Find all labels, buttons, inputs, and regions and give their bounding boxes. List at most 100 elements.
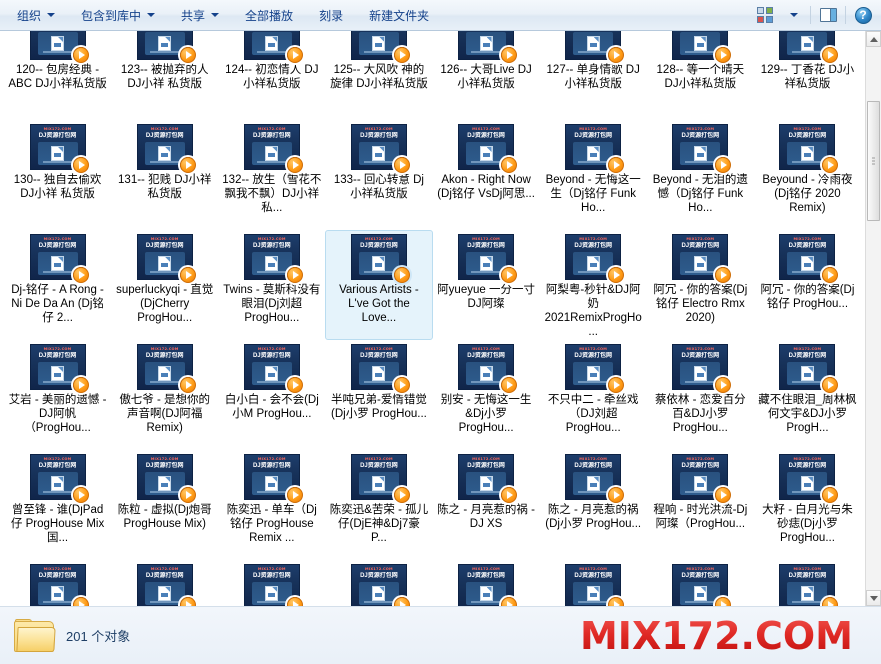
preview-pane-button[interactable] (815, 4, 841, 27)
document-icon (265, 146, 279, 161)
document-icon (158, 146, 172, 161)
thumbnail-progress-bar (471, 51, 502, 53)
chevron-down-icon (147, 13, 156, 17)
document-icon (586, 366, 600, 381)
thumbnail-progress-bar (685, 271, 716, 273)
vertical-scrollbar[interactable] (865, 31, 881, 606)
file-tile[interactable]: MIX172.COM DJ资源打包网 曾至锋 - 谁(DjPad仔 ProgHous… (4, 450, 111, 560)
scrollbar-thumb[interactable] (867, 101, 880, 221)
toolbar-item-include-in-library[interactable]: 包含到库中 (70, 4, 166, 27)
file-tile[interactable]: MIX172.COM DJ资源打包网 Beyond - 无泪的遗憾（Dj铭仔 Fun… (647, 120, 754, 230)
file-tile[interactable]: MIX172.COM DJ资源打包网 阿冗 - 你的答案(Dj铭仔 Electro … (647, 230, 754, 340)
file-tile[interactable]: MIX172.COMDJ资源打包网126-- 大哥Live DJ小祥私货版 (433, 31, 540, 120)
thumbnail-brand-text: DJ资源打包网 (252, 573, 291, 579)
file-name-label: 133-- 回心转意 Dj小祥私货版 (333, 174, 424, 200)
file-name-label: 曾至锋 - 谁(DjPad仔 ProgHouse Mix国... (10, 504, 105, 544)
document-icon (265, 476, 279, 491)
toolbar-item-play-all[interactable]: 全部播放 (234, 4, 304, 27)
toolbar-item-share[interactable]: 共享 (170, 4, 230, 27)
file-tile[interactable]: MIX172.COM DJ资源打包网 阿梨粤-秒针&DJ阿奶2021RemixPro… (540, 230, 647, 340)
thumbnail-progress-bar (578, 161, 609, 163)
file-tile[interactable]: MIX172.COM DJ资源打包网 陈奕迅&苦荣 - 孤儿仔(DjE神&Dj7豪 … (325, 450, 432, 560)
view-options-button[interactable] (752, 4, 778, 27)
scrollbar-down-button[interactable] (866, 590, 881, 606)
file-tile[interactable]: MIX172.COM DJ资源打包网 Dj-铭仔 - A Rong - Ni De … (4, 230, 111, 340)
file-tile[interactable]: MIX172.COM DJ资源打包网 陈奕迅 - 单车（Dj铭仔 ProgHouse… (218, 450, 325, 560)
view-options-dropdown-button[interactable] (780, 4, 806, 27)
file-tile[interactable]: MIX172.COM DJ资源打包网 艾岩 - 美丽的遗憾 - DJ阿帆（ProgH… (4, 340, 111, 450)
preview-pane-icon (819, 8, 837, 22)
thumbnail-progress-bar (42, 601, 73, 603)
play-badge-icon (608, 157, 625, 173)
file-tile[interactable]: MIX172.COM DJ资源打包网 蔡依林 - 恋爱百分百&DJ小罗 ProgHo… (647, 340, 754, 450)
file-tile[interactable]: MIX172.COM DJ资源打包网 Twins - 莫斯科没有眼泪(Dj刘超 Pr… (218, 230, 325, 340)
toolbar-item-new-folder[interactable]: 新建文件夹 (358, 4, 440, 27)
scrollbar-up-button[interactable] (866, 31, 881, 47)
file-tile[interactable]: MIX172.COMDJ资源打包网127-- 单身情歌 DJ小祥私货版 (540, 31, 647, 120)
file-name-label: 陈之 - 月亮惹的祸 - DJ XS (437, 504, 535, 530)
document-icon (800, 586, 814, 601)
file-tile[interactable]: MIX172.COMDJ资源打包网125-- 大风吹 神的旋律 DJ小祥私货版 (325, 31, 432, 120)
file-tile[interactable]: MIX172.COM DJ资源打包网 130-- 独自去偷欢 DJ小祥 私货版 (4, 120, 111, 230)
thumbnail-brand-text: DJ资源打包网 (38, 133, 77, 139)
file-thumbnail: MIX172.COM DJ资源打包网 (136, 454, 196, 503)
thumbnail-site-text: MIX172.COM (43, 237, 72, 241)
file-tile[interactable]: MIX172.COM DJ资源打包网 不只中二 - 牵丝戏（DJ刘超 ProgHou… (540, 340, 647, 450)
file-tile[interactable]: MIX172.COMDJ资源打包网124-- 初恋情人 DJ小祥私货版 (218, 31, 325, 120)
thumbnail-brand-text: DJ资源打包网 (360, 573, 398, 579)
scrollbar-track[interactable] (866, 47, 881, 590)
thumbnail-progress-bar (363, 161, 394, 163)
help-button[interactable]: ? (850, 4, 876, 27)
file-tile[interactable]: MIX172.COMDJ资源打包网菲儿-思念成沙(Dj小罗 (647, 560, 754, 606)
file-list-pane[interactable]: MIX172.COM DJ资源打包网 120-- 包房经典 - ABC DJ小祥私货… (0, 31, 865, 606)
item-count-text: 201 个对象 (66, 629, 131, 644)
file-tile[interactable]: MIX172.COM DJ资源打包网 傲七爷 - 是想你的声音啊(DJ阿福Remix… (111, 340, 218, 450)
file-tile[interactable]: MIX172.COM DJ资源打包网 陈之 - 月亮惹的祸(Dj小罗 ProgHou… (540, 450, 647, 560)
file-tile[interactable]: MIX172.COMDJ资源打包网120-- 包房经典 - ABC DJ小祥私货… (4, 31, 111, 120)
file-tile[interactable]: MIX172.COM DJ资源打包网 Beyound - 冷雨夜(Dj铭仔 2020… (754, 120, 861, 230)
file-tile[interactable]: MIX172.COMDJ资源打包网飞鱼出听&方大树 - 年轻不懂爱 (540, 560, 647, 606)
file-tile[interactable]: MIX172.COMDJ资源打包网芳姐 - 亲密爱人(Dj阿能 (433, 560, 540, 606)
document-icon (372, 586, 386, 601)
thumbnail-site-text: MIX172.COM (472, 347, 500, 351)
file-tile[interactable]: MIX172.COM DJ资源打包网 陈之 - 月亮惹的祸 - DJ XS (433, 450, 540, 560)
document-icon (51, 366, 65, 381)
file-tile[interactable]: MIX172.COM DJ资源打包网 阿冗 - 你的答案(Dj铭仔 ProgHou.… (754, 230, 861, 340)
file-tile[interactable]: MIX172.COMDJ资源打包网分手快乐(DJ优璇Rmx (754, 560, 861, 606)
file-tile[interactable]: MIX172.COM DJ资源打包网 白小白 - 会不会(Dj小M ProgHou.… (218, 340, 325, 450)
file-tile[interactable]: MIX172.COM DJ资源打包网 别安 - 无悔这一生&Dj小罗 ProgHou… (433, 340, 540, 450)
file-tile[interactable]: MIX172.COM DJ资源打包网 大籽 - 白月光与朱砂痣(Dj小罗 ProgH… (754, 450, 861, 560)
file-tile[interactable]: MIX172.COM DJ资源打包网 Beyond - 无悔这一生（Dj铭仔 Fun… (540, 120, 647, 230)
file-tile[interactable]: MIX172.COM DJ资源打包网 陈粒 - 虚拟(Dj炮哥 ProgHouse … (111, 450, 218, 560)
file-tile[interactable]: MIX172.COM DJ资源打包网 superluckyqi - 直觉 (DjCh… (111, 230, 218, 340)
file-tile[interactable]: MIX172.COM DJ资源打包网 藏不住眼泪_周林枫 何文宇&DJ小罗 Prog… (754, 340, 861, 450)
document-icon (51, 146, 65, 161)
file-thumbnail: MIX172.COM DJ资源打包网 (779, 564, 839, 606)
file-tile[interactable]: MIX172.COMDJ资源打包网128-- 等一个晴天 DJ小祥私货版 (647, 31, 754, 120)
thumbnail-brand-text: DJ资源打包网 (788, 353, 827, 359)
file-tile[interactable]: MIX172.COM DJ资源打包网 阿yueyue 一分一寸 DJ阿璨 (433, 230, 540, 340)
file-tile[interactable]: MIX172.COM DJ资源打包网 133-- 回心转意 Dj小祥私货版 (325, 120, 432, 230)
file-tile[interactable]: MIX172.COMDJ资源打包网杜德伟-忘情号（Dj铭仔 ProgHou... (111, 560, 218, 606)
file-tile[interactable]: MIX172.COM DJ资源打包网 132-- 放生（雪花不飘我不飘）DJ小祥私.… (218, 120, 325, 230)
file-tile[interactable]: MIX172.COM DJ资源打包网 131-- 犯贱 DJ小祥 私货版 (111, 120, 218, 230)
thumbnail-brand-text: DJ资源打包网 (360, 133, 398, 139)
file-tile[interactable]: MIX172.COM DJ资源打包网 半吨兄弟-爱情错觉(Dj小罗 ProgHou.… (325, 340, 432, 450)
document-icon (586, 146, 600, 161)
file-tile[interactable]: MIX172.COMDJ资源打包网123-- 被抛弃的人 DJ小祥 私货版 (111, 31, 218, 120)
file-thumbnail: MIX172.COM DJ资源打包网 (243, 344, 303, 393)
file-tile[interactable]: MIX172.COM DJ资源打包网 程响 - 时光洪流-Dj阿璨（ProgHou.… (647, 450, 754, 560)
file-tile-selected[interactable]: MIX172.COM DJ资源打包网 Various Artists - L've … (325, 230, 433, 340)
file-tile[interactable]: MIX172.COMDJ资源打包网多余的解释 DJ阿璨 (325, 560, 432, 606)
file-tile[interactable]: MIX172.COM DJ资源打包网 Akon - Right Now (Dj铭仔 … (433, 120, 540, 230)
file-tile[interactable]: MIX172.COMDJ资源打包网多想留在你身边 dj京仔（我真系好中意你... (218, 560, 325, 606)
play-badge-icon (286, 487, 303, 503)
toolbar-item-organize[interactable]: 组织 (6, 4, 66, 27)
explorer-window: 组织 包含到库中 共享 全部播放 刻录 新建文件夹 ? 120-- 包房经典 -… (0, 0, 881, 664)
toolbar-item-burn[interactable]: 刻录 (308, 4, 354, 27)
file-tile[interactable]: MIX172.COMDJ资源打包网129-- 丁香花 DJ小祥私货版 (754, 31, 861, 120)
thumbnail-progress-bar (256, 271, 287, 273)
play-badge-icon (501, 597, 518, 606)
play-badge-icon (501, 47, 518, 63)
file-tile[interactable]: MIX172.COMDJ资源打包网大籽 - 白月光与朱砂痣（DJ铭仔 ProgH… (4, 560, 111, 606)
